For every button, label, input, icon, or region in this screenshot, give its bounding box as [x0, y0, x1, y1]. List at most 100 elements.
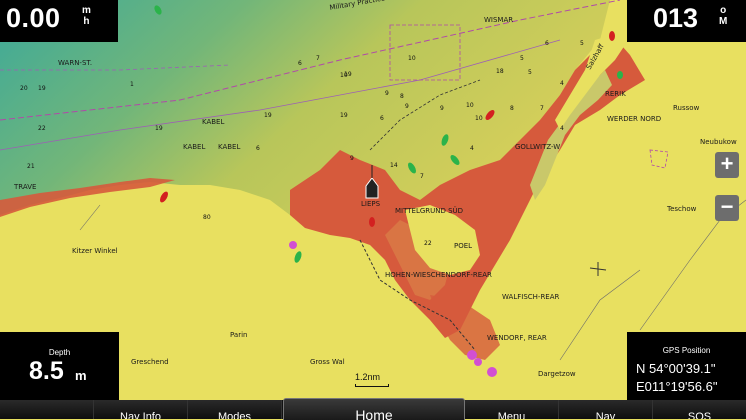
place-label-werder-nord: WERDER NORD — [607, 115, 661, 123]
place-label-mittelgrund: MITTELGRUND SÜD — [395, 206, 463, 215]
depth-sounding: 6 — [298, 60, 302, 67]
place-label-neubukow: Neubukow — [700, 138, 737, 146]
depth-sounding: 1 — [130, 81, 134, 88]
depth-sounding: 5 — [580, 40, 584, 47]
speed-unit-bottom: h — [83, 16, 90, 27]
light-icon — [289, 241, 297, 249]
depth-sounding: 7 — [316, 55, 320, 62]
light-icon — [487, 367, 497, 377]
red-buoy-icon — [609, 31, 615, 41]
depth-label: Depth — [48, 348, 71, 357]
map-scale: 1.2nm — [355, 372, 389, 387]
place-label-gross-wal: Gross Wal — [310, 358, 345, 366]
place-label-walfisch: WALFISCH-REAR — [502, 293, 560, 301]
place-label-rerik: RERIK — [605, 90, 626, 98]
tab-label: Home — [355, 407, 393, 420]
depth-sounding: 18 — [496, 68, 504, 75]
cable-label: KABEL — [183, 143, 205, 151]
place-label-wismar: WISMAR — [484, 16, 513, 24]
tab-label: Nav — [595, 411, 616, 419]
tab-back[interactable] — [0, 400, 94, 419]
speed-value: 0.00 — [6, 3, 61, 33]
depth-sounding: 4 — [560, 125, 564, 132]
depth-sounding: 4 — [470, 145, 474, 152]
tab-nav[interactable]: Nav — [559, 400, 653, 419]
tab-label: Nav Info — [120, 411, 161, 419]
speed-panel[interactable]: 0.00 m h — [0, 0, 118, 42]
depth-sounding: 8 — [510, 105, 514, 112]
tab-sos[interactable]: SOS — [653, 400, 746, 419]
heading-unit-bottom: M — [719, 16, 728, 27]
depth-value: 8.5 — [29, 357, 64, 385]
gps-panel[interactable]: GPS Position N 54°00'39.1" E011°19'56.6" — [627, 332, 746, 400]
depth-sounding: 9 — [350, 155, 354, 162]
gps-latitude: N 54°00'39.1" — [636, 361, 716, 376]
tab-label: Menu — [497, 411, 526, 419]
place-label-trave: TRAVE — [13, 183, 36, 191]
scale-bar — [355, 384, 389, 387]
speed-unit: m h — [82, 5, 91, 27]
cable-label: KABEL — [202, 118, 224, 126]
depth-sounding: 5 — [520, 55, 524, 62]
cable-label: KABEL — [218, 143, 240, 151]
depth-sounding: 22 — [424, 240, 432, 247]
tab-modes[interactable]: Modes — [188, 400, 282, 419]
place-label-teschow: Teschow — [666, 205, 697, 213]
heading-unit-top: o — [720, 5, 727, 16]
bottom-toolbar: Nav Info Modes Home Menu Nav SOS — [0, 398, 746, 420]
depth-sounding: 19 — [264, 112, 272, 119]
depth-sounding: 9 — [405, 103, 409, 110]
scale-label: 1.2nm — [355, 372, 381, 382]
place-label-hohen-wieschendorf: HOHEN-WIESCHENDORF-REAR — [385, 271, 492, 279]
place-label-greschend: Greschend — [131, 358, 169, 366]
depth-sounding: 6 — [545, 40, 549, 47]
depth-sounding: 6 — [380, 115, 384, 122]
depth-sounding: 9 — [385, 90, 389, 97]
heading-value: 013 — [653, 3, 699, 33]
place-label-wendorf: WENDORF, REAR — [487, 334, 547, 342]
tab-label — [0, 400, 93, 411]
place-label-kitzer-winkel: Kitzer Winkel — [72, 247, 118, 255]
place-label-dargetzow: Dargetzow — [538, 370, 576, 378]
depth-sounding: 10 — [466, 102, 474, 109]
zoom-out-button[interactable]: − — [715, 195, 739, 221]
tab-menu[interactable]: Menu — [465, 400, 559, 419]
green-buoy-icon — [617, 71, 623, 79]
depth-sounding: 14 — [390, 162, 398, 169]
depth-panel[interactable]: Depth 8.5 m — [0, 332, 119, 400]
depth-sounding: 19 — [340, 112, 348, 119]
depth-sounding: 7 — [540, 105, 544, 112]
depth-sounding: 21 — [27, 163, 35, 170]
depth-sounding: 19 — [155, 125, 163, 132]
place-label-gollwitz: GOLLWITZ-W — [515, 143, 560, 151]
place-label-poel: POEL — [454, 242, 472, 250]
gps-longitude: E011°19'56.6" — [636, 379, 718, 394]
zoom-in-button[interactable]: + — [715, 152, 739, 178]
depth-sounding: 22 — [38, 125, 46, 132]
depth-sounding: 5 — [528, 69, 532, 76]
gps-label: GPS Position — [662, 346, 711, 355]
light-icon — [467, 350, 477, 360]
depth-sounding: 19 — [38, 85, 46, 92]
tab-nav-info[interactable]: Nav Info — [94, 400, 188, 419]
place-label-lieps: LIEPS — [361, 200, 381, 208]
speed-unit-top: m — [82, 5, 91, 16]
depth-sounding: 4 — [560, 80, 564, 87]
depth-unit: m — [75, 368, 87, 383]
place-label-warn-st: WARN-ST. — [58, 59, 92, 67]
depth-sounding: 80 — [203, 214, 211, 221]
depth-sounding: 10 — [475, 115, 483, 122]
tab-home[interactable]: Home — [283, 398, 465, 420]
depth-sounding: 8 — [400, 93, 404, 100]
depth-sounding: 20 — [20, 85, 28, 92]
tab-label: SOS — [687, 411, 712, 419]
place-label-russow: Russow — [673, 104, 700, 112]
heading-panel[interactable]: 013 o M — [627, 0, 746, 42]
light-icon — [474, 358, 482, 366]
depth-sounding: 6 — [256, 145, 260, 152]
depth-sounding: 10 — [340, 72, 348, 79]
tab-label: Modes — [217, 411, 252, 419]
place-label-parin: Parin — [230, 331, 247, 339]
depth-sounding: 10 — [408, 55, 416, 62]
heading-unit: o M — [719, 5, 727, 27]
